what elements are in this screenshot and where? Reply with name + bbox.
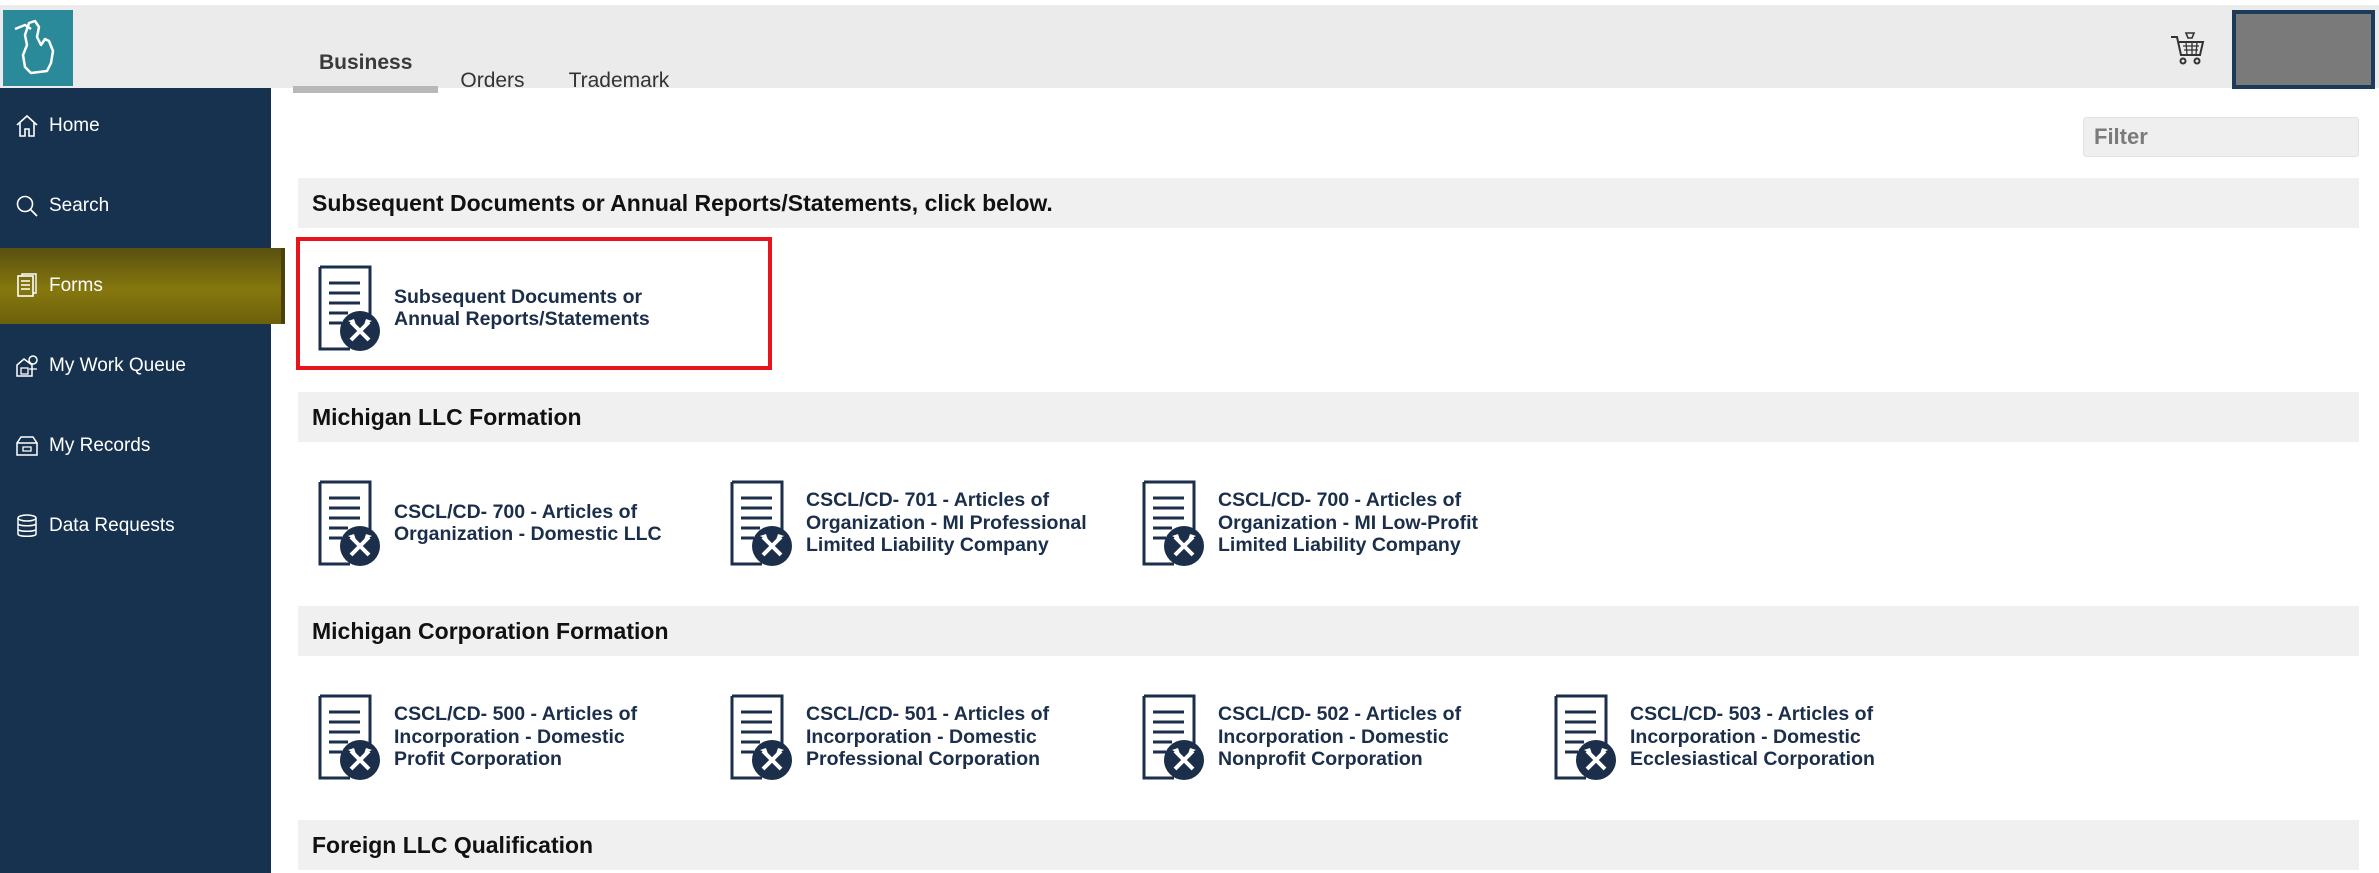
form-card-title: CSCL/CD- 500 - Articles of xyxy=(394,703,638,726)
records-icon xyxy=(14,433,40,459)
form-card-503-domestic-ecclesiastical[interactable]: CSCL/CD- 503 - Articles of Incorporation… xyxy=(1554,692,1875,782)
top-bar: Business Orders Trademark xyxy=(0,0,2379,93)
section-header-subsequent-documents: Subsequent Documents or Annual Reports/S… xyxy=(298,178,2359,228)
form-card-title: Incorporation - Domestic xyxy=(1218,725,1449,748)
form-card-501-domestic-professional[interactable]: CSCL/CD- 501 - Articles of Incorporation… xyxy=(730,692,1049,782)
form-card-title: Subsequent Documents or xyxy=(394,285,643,308)
sidebar-item-data-requests[interactable]: Data Requests xyxy=(0,488,271,564)
database-icon xyxy=(14,513,40,539)
account-button[interactable] xyxy=(2232,10,2375,89)
form-document-icon xyxy=(318,694,382,780)
form-card-title: Ecclesiastical Corporation xyxy=(1630,748,1875,771)
section-header-michigan-llc-formation: Michigan LLC Formation xyxy=(298,392,2359,442)
sidebar-item-label: Data Requests xyxy=(49,515,175,536)
form-card-title: Organization - MI Low-Profit xyxy=(1218,511,1478,534)
sidebar-item-search[interactable]: Search xyxy=(0,168,271,244)
form-card-title: Professional Corporation xyxy=(806,748,1041,771)
sidebar-item-home[interactable]: Home xyxy=(0,88,271,164)
form-card-title: CSCL/CD- 700 - Articles of xyxy=(1218,489,1462,512)
sidebar-item-my-records[interactable]: My Records xyxy=(0,408,271,484)
form-card-title: Limited Liability Company xyxy=(1218,534,1461,557)
sidebar-item-forms[interactable]: Forms xyxy=(0,248,285,324)
sidebar-item-label: My Records xyxy=(49,435,151,456)
form-document-icon xyxy=(318,480,382,566)
form-card-title: Organization - Domestic LLC xyxy=(394,523,662,545)
sidebar-item-label: Search xyxy=(49,195,110,216)
form-card-title: Profit Corporation xyxy=(394,748,562,771)
form-card-502-domestic-nonprofit[interactable]: CSCL/CD- 502 - Articles of Incorporation… xyxy=(1142,692,1461,782)
form-card-701-mi-professional-llc[interactable]: CSCL/CD- 701 - Articles of Organization … xyxy=(730,478,1087,568)
form-card-title: CSCL/CD- 701 - Articles of xyxy=(806,489,1050,512)
form-document-icon xyxy=(318,265,382,351)
section-header-foreign-llc-qualification: Foreign LLC Qualification xyxy=(298,820,2359,870)
form-card-subsequent-documents[interactable]: Subsequent Documents or Annual Reports/S… xyxy=(318,263,650,353)
form-card-title: Organization - MI Professional xyxy=(806,511,1087,534)
form-card-title: CSCL/CD- 503 - Articles of xyxy=(1630,703,1874,726)
form-document-icon xyxy=(730,480,794,566)
form-card-title: Annual Reports/Statements xyxy=(394,308,650,330)
tab-business[interactable]: Business xyxy=(293,10,439,93)
form-card-title: Incorporation - Domestic xyxy=(394,725,625,748)
form-card-700-mi-low-profit-llc[interactable]: CSCL/CD- 700 - Articles of Organization … xyxy=(1142,478,1478,568)
form-card-title: CSCL/CD- 501 - Articles of xyxy=(806,703,1050,726)
sidebar-item-label: My Work Queue xyxy=(49,355,186,376)
form-document-icon xyxy=(1554,694,1618,780)
form-document-icon xyxy=(1142,480,1206,566)
michigan-state-icon[interactable] xyxy=(3,10,73,86)
cart-icon[interactable] xyxy=(2168,29,2208,69)
sidebar-item-work-queue[interactable]: My Work Queue xyxy=(0,328,271,404)
work-queue-icon xyxy=(14,353,40,379)
tab-orders[interactable]: Orders xyxy=(438,10,546,93)
form-document-icon xyxy=(730,694,794,780)
sidebar: Home Search Forms My Work Queue My Recor… xyxy=(0,88,285,873)
form-card-title: CSCL/CD- 502 - Articles of xyxy=(1218,703,1462,726)
form-card-title: Incorporation - Domestic xyxy=(1630,725,1861,748)
section-header-michigan-corporation-formation: Michigan Corporation Formation xyxy=(298,606,2359,656)
form-card-500-domestic-profit[interactable]: CSCL/CD- 500 - Articles of Incorporation… xyxy=(318,692,637,782)
form-document-icon xyxy=(1142,694,1206,780)
home-icon xyxy=(14,113,40,139)
sidebar-item-label: Forms xyxy=(49,275,103,296)
main-tabs: Business Orders Trademark xyxy=(293,10,691,93)
sidebar-item-label: Home xyxy=(49,115,100,136)
form-card-title: Incorporation - Domestic xyxy=(806,725,1037,748)
forms-icon xyxy=(14,273,40,299)
search-icon xyxy=(14,193,40,219)
form-card-700-domestic-llc[interactable]: CSCL/CD- 700 - Articles of Organization … xyxy=(318,478,662,568)
form-card-title: CSCL/CD- 700 - Articles of xyxy=(394,500,638,523)
form-card-title: Limited Liability Company xyxy=(806,534,1049,557)
form-card-title: Nonprofit Corporation xyxy=(1218,748,1423,771)
tab-trademark[interactable]: Trademark xyxy=(547,10,692,93)
filter-input[interactable] xyxy=(2083,117,2359,157)
